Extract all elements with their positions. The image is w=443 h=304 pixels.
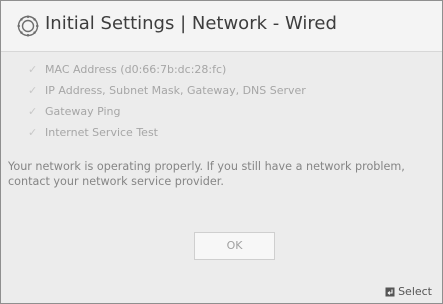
checkmark-icon: ✓ (28, 105, 38, 118)
network-status-message: Your network is operating properly. If y… (8, 160, 405, 188)
network-check-list: ✓ MAC Address (d0:66:7b:dc:28:fc) ✓ IP A… (28, 59, 306, 143)
check-item-label: Internet Service Test (45, 126, 158, 139)
select-label: Select (398, 285, 432, 298)
check-item-internet-service-test: ✓ Internet Service Test (28, 122, 306, 143)
enter-key-icon (385, 287, 395, 296)
dialog-title-bar: Initial Settings | Network - Wired (1, 1, 442, 52)
dialog-title: Initial Settings | Network - Wired (45, 13, 337, 34)
network-settings-dialog: Initial Settings | Network - Wired ✓ MAC… (0, 0, 443, 304)
ok-button[interactable]: OK (194, 232, 275, 260)
checkmark-icon: ✓ (28, 126, 38, 139)
gear-icon (17, 15, 39, 37)
check-item-ip-address: ✓ IP Address, Subnet Mask, Gateway, DNS … (28, 80, 306, 101)
check-item-label: IP Address, Subnet Mask, Gateway, DNS Se… (45, 84, 306, 97)
checkmark-icon: ✓ (28, 84, 38, 97)
check-item-label: Gateway Ping (45, 105, 121, 118)
check-item-label: MAC Address (d0:66:7b:dc:28:fc) (45, 63, 227, 76)
checkmark-icon: ✓ (28, 63, 38, 76)
check-item-gateway-ping: ✓ Gateway Ping (28, 101, 306, 122)
select-hint: Select (385, 285, 432, 298)
check-item-mac-address: ✓ MAC Address (d0:66:7b:dc:28:fc) (28, 59, 306, 80)
